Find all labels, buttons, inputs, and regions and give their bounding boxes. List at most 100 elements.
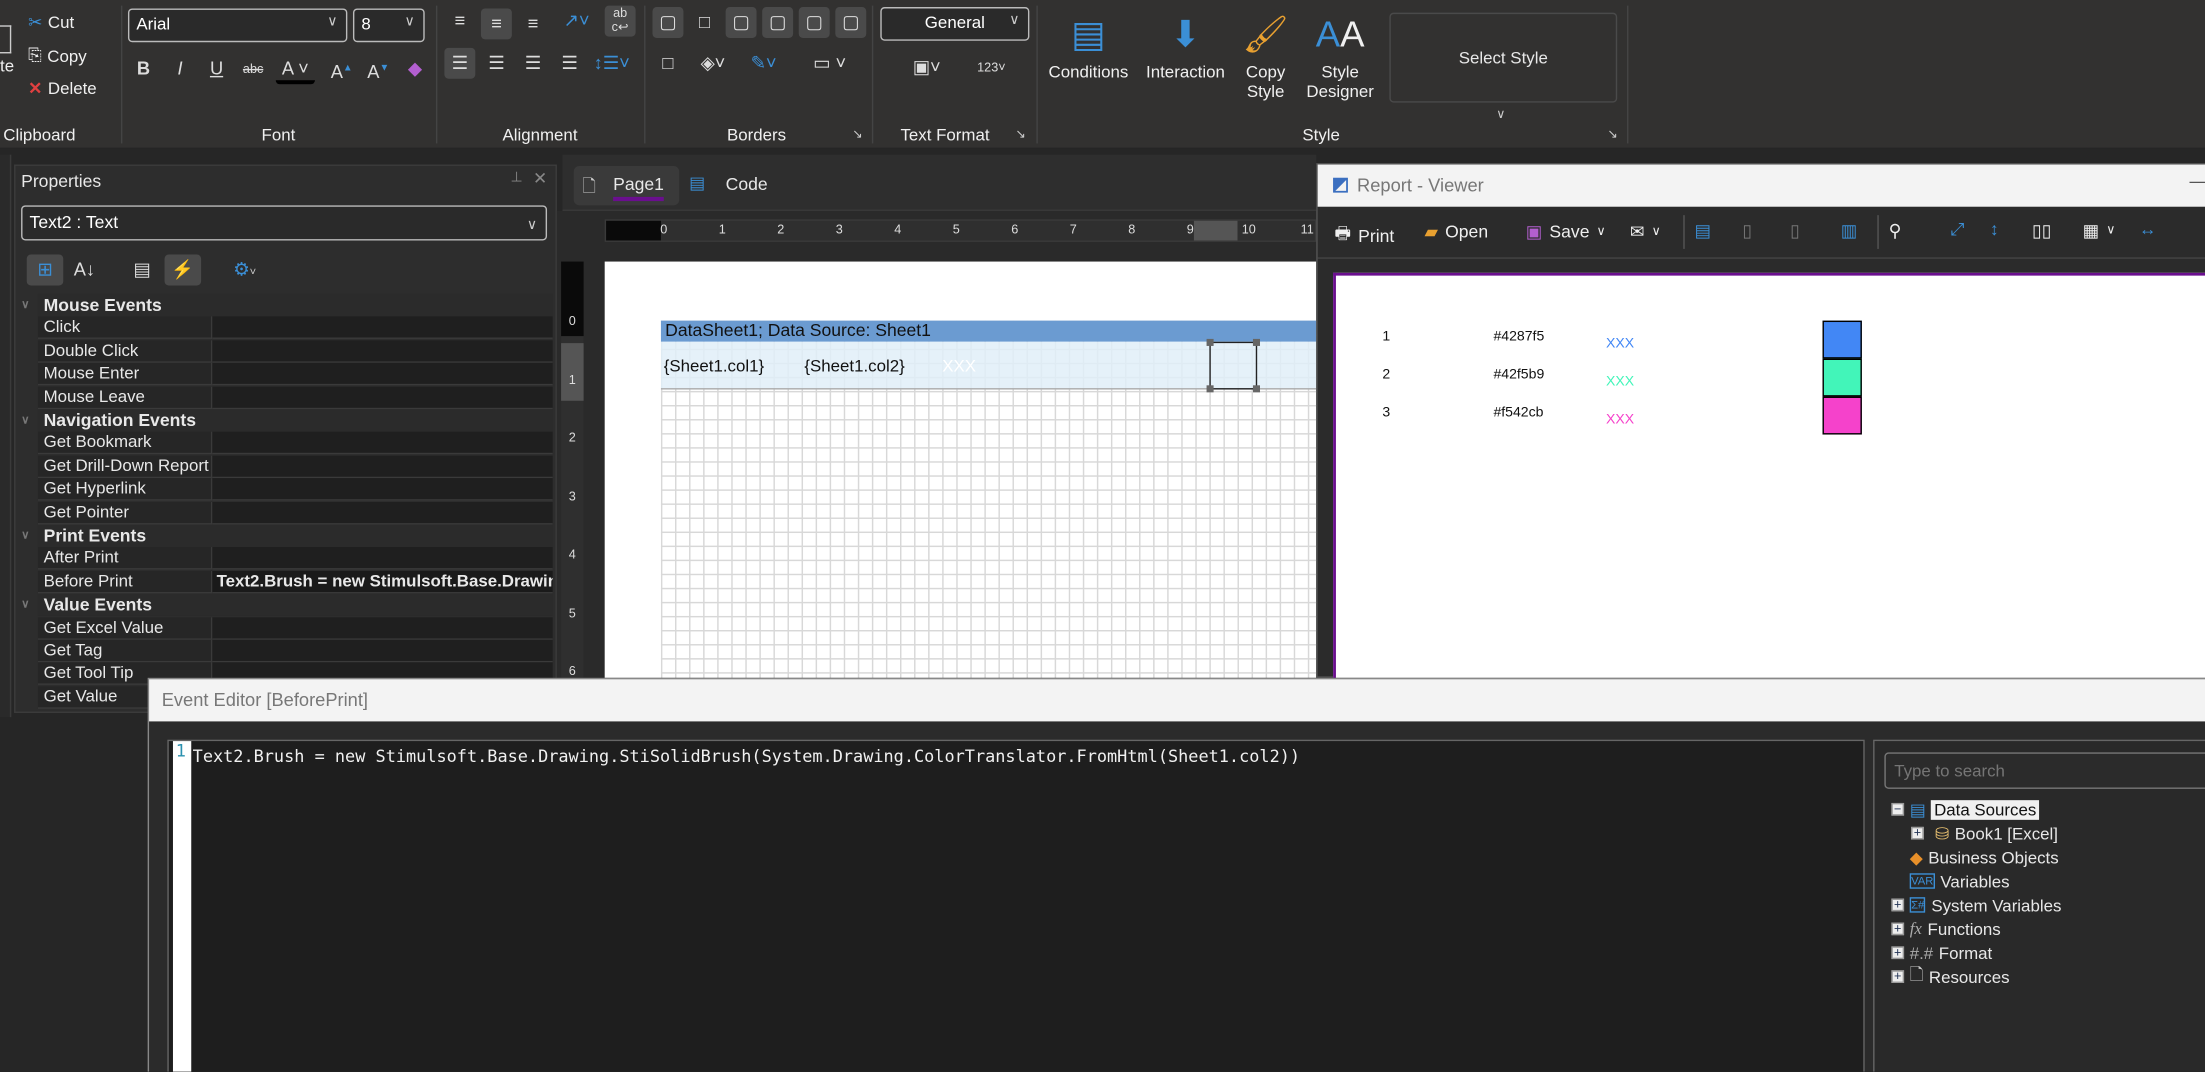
delete-button[interactable]: ✕ Delete: [28, 79, 97, 99]
chevron-down-icon[interactable]: ∨: [21, 294, 29, 317]
border-color-icon[interactable]: ✎˅: [743, 48, 785, 79]
multiple-pages-icon[interactable]: ▦ ∨: [2083, 219, 2116, 241]
event-row[interactable]: After Print: [37, 547, 553, 571]
resize-handle[interactable]: [1252, 338, 1260, 346]
event-value[interactable]: [212, 501, 553, 524]
event-row[interactable]: Get Pointer: [37, 501, 553, 524]
copy-style-button[interactable]: 🖌 Copy Style: [1238, 6, 1294, 102]
conditions-button[interactable]: ▤ Conditions: [1046, 6, 1130, 82]
save-button[interactable]: ▣ Save ∨: [1526, 221, 1606, 241]
bookmarks-icon[interactable]: ▤: [1695, 219, 1712, 241]
event-value[interactable]: [212, 616, 553, 640]
close-icon[interactable]: ✕: [533, 169, 547, 189]
settings-gear-icon[interactable]: ⚙˅: [224, 255, 266, 286]
collapse-icon[interactable]: −: [1891, 802, 1905, 816]
interaction-button[interactable]: ⬇ Interaction: [1142, 6, 1229, 82]
expand-icon[interactable]: +: [1891, 898, 1905, 912]
chevron-down-icon[interactable]: ∨: [21, 594, 29, 617]
event-row[interactable]: Click: [37, 316, 553, 340]
style-designer-button[interactable]: AA Style Designer: [1302, 6, 1378, 102]
font-size-select[interactable]: 8 ∨: [352, 8, 425, 43]
event-value[interactable]: [212, 455, 553, 478]
align-top-icon[interactable]: ≡: [444, 6, 475, 37]
tab-page1[interactable]: 🗋 Page1: [573, 165, 680, 206]
viewer-title-bar[interactable]: ◩ Report - Viewer —: [1317, 164, 2205, 207]
tree-item-data-sources[interactable]: − ▤ Data Sources: [1891, 797, 2040, 821]
resize-handle[interactable]: [1252, 385, 1260, 393]
resources-panel-icon[interactable]: ▥: [1841, 219, 1858, 241]
event-value[interactable]: [212, 432, 553, 455]
border-left-icon[interactable]: ▢: [762, 7, 794, 38]
tree-item-business-objects[interactable]: ◆ Business Objects: [1910, 845, 2059, 869]
text-format-select[interactable]: General ∨: [880, 7, 1030, 41]
align-center-icon[interactable]: ☰: [481, 48, 512, 79]
dialog-launcher-icon[interactable]: ↘: [852, 127, 863, 142]
search-input[interactable]: [1884, 752, 2205, 789]
full-screen-icon[interactable]: ⤢: [1950, 219, 1964, 240]
event-value[interactable]: Text2.Brush = new Stimulsoft.Base.Drawin…: [212, 570, 553, 594]
page-height-icon[interactable]: ↕: [1990, 219, 1999, 239]
event-row[interactable]: Double Click: [37, 340, 553, 363]
dialog-launcher-icon[interactable]: ↘: [1607, 127, 1618, 142]
event-value[interactable]: [212, 316, 553, 340]
align-middle-icon[interactable]: ≡: [480, 8, 512, 40]
eraser-icon[interactable]: ◆: [399, 53, 430, 84]
send-email-button[interactable]: ✉ ∨: [1630, 221, 1661, 242]
properties-list-icon[interactable]: ▤: [124, 255, 161, 286]
paste-icon[interactable]: [0, 25, 12, 54]
tree-item-functions[interactable]: + fx Functions: [1891, 917, 2001, 941]
select-style-gallery[interactable]: Select Style: [1389, 12, 1618, 103]
italic-icon[interactable]: I: [165, 53, 196, 84]
minimize-icon[interactable]: —: [2190, 170, 2205, 191]
cut-button[interactable]: ✂ Cut: [28, 13, 74, 33]
word-wrap-icon[interactable]: ab c↩: [604, 5, 636, 37]
line-spacing-icon[interactable]: ↕☰˅: [591, 48, 633, 79]
resize-handle[interactable]: [1206, 385, 1214, 393]
justify-icon[interactable]: ☰: [554, 48, 585, 79]
sort-az-icon[interactable]: A↓: [66, 255, 103, 286]
expand-icon[interactable]: +: [1891, 946, 1905, 960]
event-category[interactable]: ∨ Navigation Events: [21, 409, 553, 432]
strikethrough-icon[interactable]: abc: [238, 53, 269, 84]
border-none-icon[interactable]: □: [689, 7, 720, 38]
event-value[interactable]: [212, 547, 553, 571]
text1-component[interactable]: {Sheet1.col1}: [664, 356, 764, 376]
grow-font-icon[interactable]: A▲: [326, 53, 357, 84]
event-row[interactable]: Mouse Leave: [37, 386, 553, 409]
categorized-icon[interactable]: ⊞: [26, 254, 64, 286]
event-editor-title-bar[interactable]: Event Editor [BeforePrint]: [149, 679, 2205, 722]
expand-icon[interactable]: +: [1911, 826, 1924, 840]
find-magnifier-icon[interactable]: ⚲: [1889, 219, 1902, 241]
event-row[interactable]: Get Hyperlink: [37, 478, 553, 501]
currency-format-icon[interactable]: ▣˅: [903, 52, 951, 83]
event-row[interactable]: Get Excel Value: [37, 616, 553, 640]
event-row[interactable]: Before Print Text2.Brush = new Stimulsoft…: [37, 570, 553, 594]
text-rotation-icon[interactable]: ↗˅: [557, 6, 596, 37]
number-format-icon[interactable]: 123˅: [968, 52, 1016, 83]
events-lightning-icon[interactable]: ⚡: [164, 254, 202, 286]
tree-item-system-variables[interactable]: + Σ# System Variables: [1891, 893, 2061, 917]
align-right-icon[interactable]: ☰: [518, 48, 549, 79]
event-category[interactable]: ∨ Print Events: [21, 524, 553, 548]
parameters-icon[interactable]: ▯: [1742, 219, 1752, 241]
event-value[interactable]: [212, 639, 553, 663]
page-width-icon[interactable]: ↔: [2139, 219, 2157, 239]
shadow-icon[interactable]: □: [653, 48, 684, 79]
data-band-header[interactable]: DataSheet1; Data Source: Sheet1: [660, 320, 1317, 342]
event-category[interactable]: ∨ Value Events: [21, 593, 553, 617]
print-button[interactable]: 🖶 Print: [1335, 221, 1395, 251]
event-row[interactable]: Get Bookmark: [37, 432, 553, 455]
data-band[interactable]: {Sheet1.col1} {Sheet1.col2} XXX: [660, 338, 1317, 393]
left-toolbox-strip[interactable]: [0, 154, 12, 718]
chevron-down-icon[interactable]: ∨: [21, 525, 29, 548]
event-row[interactable]: Get Drill-Down Report: [37, 455, 553, 478]
two-pages-icon[interactable]: ▯▯: [2032, 219, 2051, 241]
align-left-icon[interactable]: ☰: [444, 47, 476, 79]
copy-button[interactable]: ⎘ Copy: [28, 45, 87, 66]
event-category[interactable]: ∨ Mouse Events: [21, 293, 553, 317]
align-bottom-icon[interactable]: ≡: [518, 8, 549, 39]
underline-icon[interactable]: U: [201, 53, 232, 84]
component-select[interactable]: Text2 : Text ∨: [21, 205, 548, 241]
code-editor[interactable]: 1 Text2.Brush = new Stimulsoft.Base.Draw…: [167, 739, 1865, 1072]
text-xxx-component[interactable]: XXX: [942, 356, 976, 376]
